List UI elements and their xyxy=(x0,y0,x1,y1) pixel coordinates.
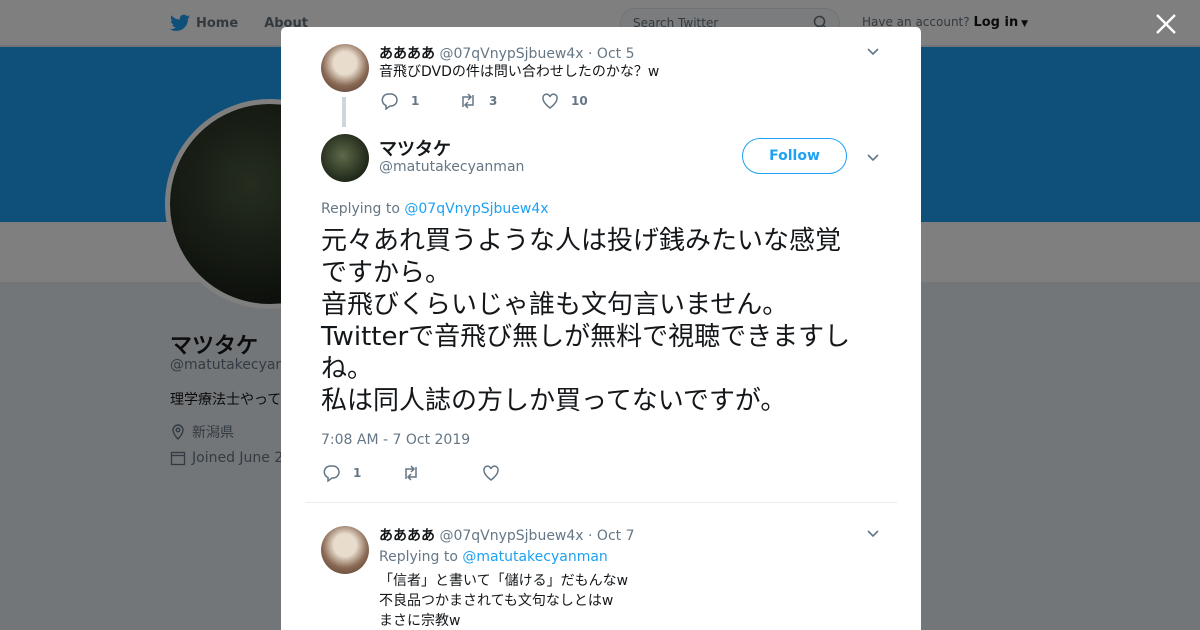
retweet-action[interactable]: 3 xyxy=(459,92,497,110)
main-tweet-text: 元々あれ買うような人は投げ銭みたいな感覚 ですから。 音飛びくらいじゃ誰も文句言… xyxy=(321,225,891,417)
reply-count: 1 xyxy=(411,94,420,108)
tweet-line: ですから。 xyxy=(321,258,452,288)
tweet-modal: ああああ @07qVnypSjbuew4x · Oct 5 音飛びDVDの件は問… xyxy=(281,27,921,630)
replying-to: Replying to @07qVnypSjbuew4x xyxy=(321,201,549,217)
like-action[interactable] xyxy=(482,464,500,482)
reply-action[interactable]: 1 xyxy=(381,92,419,110)
tweet-timestamp[interactable]: 7:08 AM - 7 Oct 2019 xyxy=(321,432,470,448)
replying-to-link[interactable]: @07qVnypSjbuew4x xyxy=(404,201,548,217)
avatar[interactable] xyxy=(321,526,369,574)
avatar[interactable] xyxy=(321,44,369,92)
author-handle[interactable]: @07qVnypSjbuew4x xyxy=(439,46,583,62)
replying-to-link[interactable]: @matutakecyanman xyxy=(462,549,607,565)
parent-tweet-text: 音飛びDVDの件は問い合わせしたのかな？w xyxy=(379,64,660,80)
reply-action[interactable]: 1 xyxy=(323,464,361,482)
tweet-date[interactable]: · Oct 7 xyxy=(588,528,634,544)
reply-tweet-header: ああああ @07qVnypSjbuew4x · Oct 7 xyxy=(379,525,635,545)
retweet-icon xyxy=(462,93,474,109)
tweet-line: 音飛びくらいじゃ誰も文句言いません。 xyxy=(321,290,789,320)
retweet-icon xyxy=(405,465,417,481)
chevron-down-icon[interactable] xyxy=(865,149,881,165)
follow-button[interactable]: Follow xyxy=(742,138,847,174)
tweet-date[interactable]: · Oct 5 xyxy=(588,46,634,62)
heart-icon xyxy=(542,93,558,109)
parent-tweet-header: ああああ @07qVnypSjbuew4x · Oct 5 xyxy=(379,43,635,63)
chevron-down-icon[interactable] xyxy=(865,525,881,541)
author-name[interactable]: ああああ xyxy=(379,46,435,62)
chevron-down-icon[interactable] xyxy=(865,43,881,59)
tweet-line: Twitterで音飛び無しが無料で視聴できますし xyxy=(321,322,851,352)
tweet-line: 「信者」と書いて「儲ける」だもんなw xyxy=(379,573,629,589)
replying-prefix: Replying to xyxy=(379,549,458,565)
author-name[interactable]: マツタケ xyxy=(379,135,451,161)
reply-icon xyxy=(323,465,340,482)
replying-prefix: Replying to xyxy=(321,201,400,217)
tweet-line: 不良品つかまされても文句なしとはw xyxy=(379,593,614,609)
like-action[interactable]: 10 xyxy=(541,92,588,110)
tweet-line: まさに宗教w xyxy=(379,613,461,629)
tweet-line: ね。 xyxy=(321,354,374,384)
divider xyxy=(305,502,897,503)
heart-icon xyxy=(483,465,499,481)
close-icon[interactable] xyxy=(1154,12,1178,36)
author-name[interactable]: ああああ xyxy=(379,528,435,544)
replying-to: Replying to @matutakecyanman xyxy=(379,549,608,565)
reply-icon xyxy=(381,93,398,110)
retweet-action[interactable] xyxy=(402,464,420,482)
tweet-line: 元々あれ買うような人は投げ銭みたいな感覚 xyxy=(321,226,842,256)
author-handle[interactable]: @07qVnypSjbuew4x xyxy=(439,528,583,544)
thread-line xyxy=(342,97,346,127)
like-count: 10 xyxy=(571,94,588,108)
author-handle[interactable]: @matutakecyanman xyxy=(379,159,524,175)
tweet-line: 私は同人誌の方しか買ってないですが。 xyxy=(321,386,787,416)
reply-tweet-text: 「信者」と書いて「儲ける」だもんなw 不良品つかまされても文句なしとはw まさに… xyxy=(379,571,628,630)
reply-count: 1 xyxy=(353,466,362,480)
retweet-count: 3 xyxy=(489,94,498,108)
avatar[interactable] xyxy=(321,134,369,182)
